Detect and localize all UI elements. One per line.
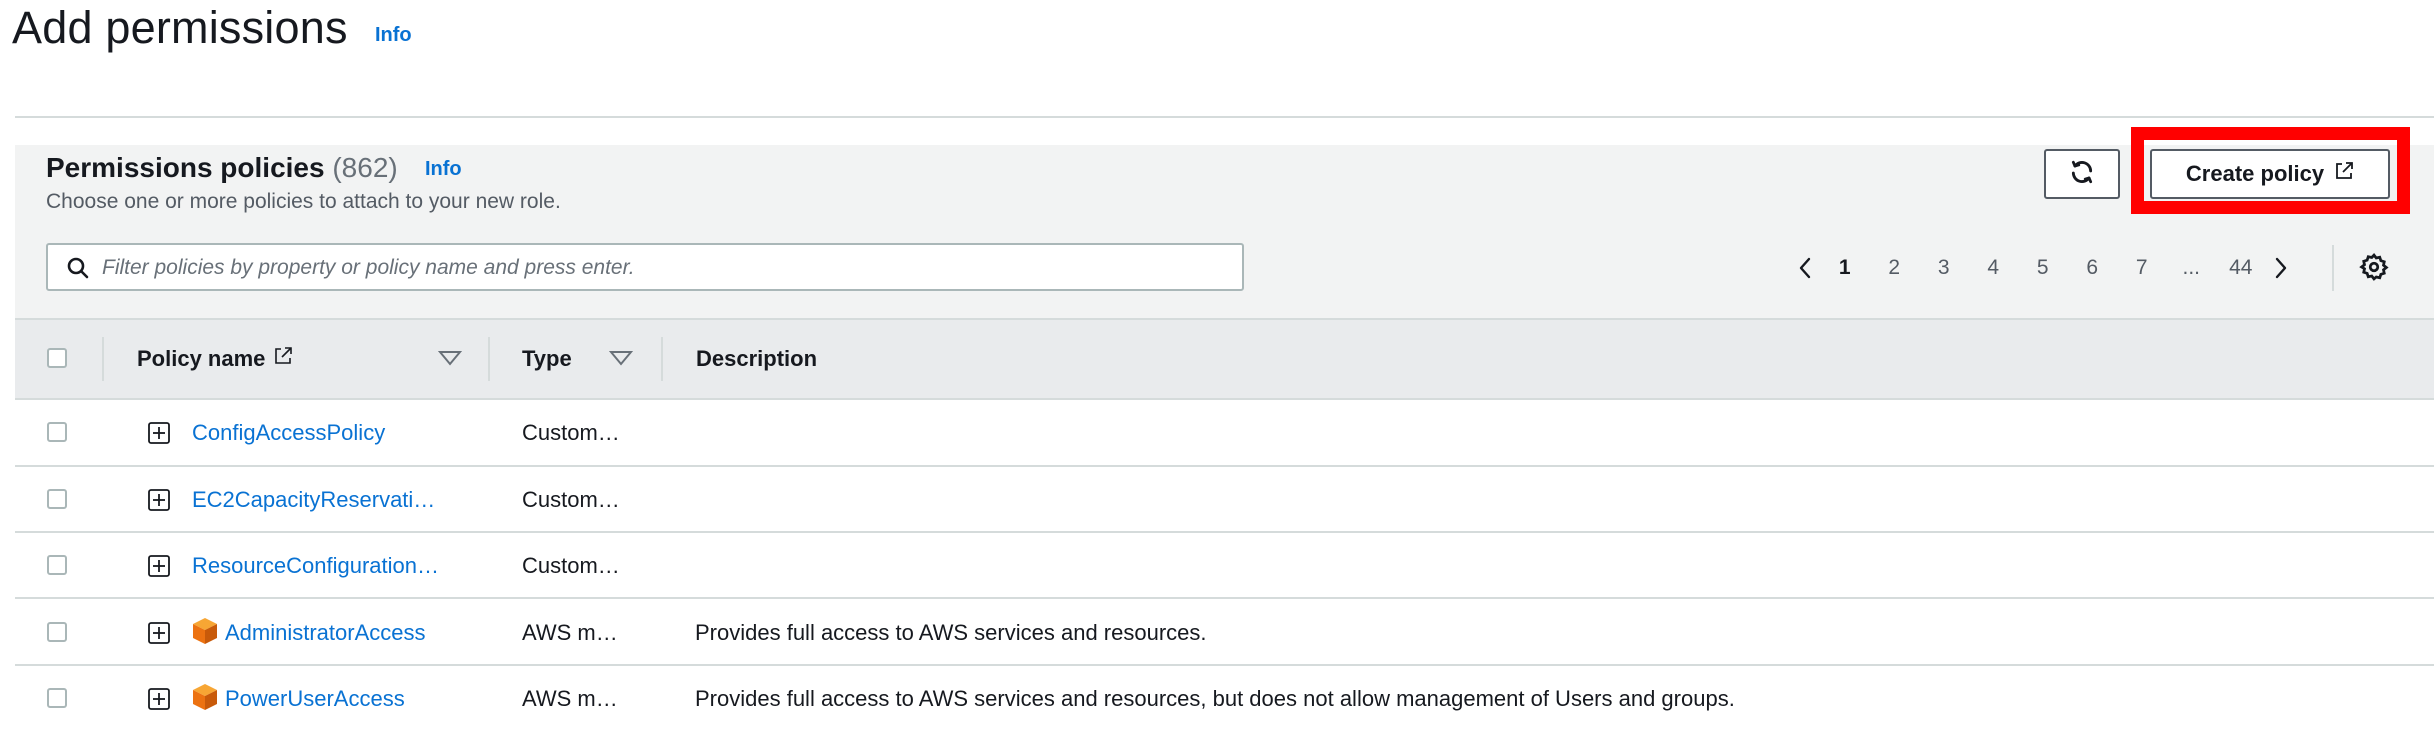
row-checkbox[interactable] [47, 422, 67, 442]
expand-plus-icon[interactable] [148, 422, 170, 444]
next-page-button[interactable] [2266, 256, 2296, 280]
page-button-44[interactable]: 44 [2216, 256, 2266, 280]
panel-title: Permissions policies (862) [46, 152, 398, 184]
expand-plus-icon[interactable] [148, 489, 170, 511]
aws-managed-cube-icon [192, 617, 218, 650]
policy-type: Custom… [522, 487, 620, 512]
external-link-icon [273, 346, 293, 372]
policy-name-link[interactable]: ResourceConfiguration… [192, 553, 439, 579]
refresh-icon [2069, 159, 2095, 190]
policy-description: Provides full access to AWS services and… [695, 686, 1735, 711]
create-policy-button[interactable]: Create policy [2150, 149, 2390, 199]
page-button-1[interactable]: 1 [1820, 256, 1870, 280]
column-header-type[interactable]: Type [522, 346, 572, 372]
divider [15, 116, 2434, 118]
row-divider [15, 531, 2434, 533]
refresh-button[interactable] [2044, 149, 2120, 199]
page-info-link[interactable]: Info [375, 24, 412, 47]
page-title: Add permissions [12, 2, 348, 53]
policy-type: Custom… [522, 553, 620, 578]
search-icon [66, 256, 90, 285]
sort-descending-icon[interactable] [608, 350, 634, 371]
policy-type: AWS m… [522, 620, 618, 645]
row-checkbox[interactable] [47, 688, 67, 708]
policy-count: (862) [332, 152, 398, 183]
policy-name-link[interactable]: EC2CapacityReservati… [192, 487, 435, 513]
row-checkbox[interactable] [47, 489, 67, 509]
chevron-right-icon [2275, 257, 2286, 279]
policy-name-link[interactable]: AdministratorAccess [225, 620, 426, 646]
create-policy-label: Create policy [2185, 161, 2325, 186]
page-button-5[interactable]: 5 [2018, 256, 2068, 280]
row-divider [15, 465, 2434, 467]
table-header [15, 318, 2434, 400]
column-divider [488, 337, 490, 381]
policy-name-link[interactable]: PowerUserAccess [225, 686, 405, 712]
search-box [46, 243, 1244, 291]
pagination: 1 2 3 4 5 6 7 ... 44 [1790, 250, 2296, 286]
sort-descending-icon[interactable] [437, 350, 463, 371]
row-checkbox[interactable] [47, 622, 67, 642]
previous-page-button[interactable] [1790, 256, 1820, 280]
aws-managed-cube-icon [192, 683, 218, 716]
gear-icon[interactable] [2359, 252, 2389, 287]
policy-type: AWS m… [522, 686, 618, 711]
expand-plus-icon[interactable] [148, 555, 170, 577]
column-divider [661, 337, 663, 381]
panel-title-text: Permissions policies [46, 152, 325, 183]
column-header-description: Description [696, 346, 818, 371]
policy-type: Custom… [522, 420, 620, 445]
policy-name-header-label: Policy name [137, 346, 266, 371]
external-link-icon [2334, 161, 2354, 187]
column-divider [102, 337, 104, 381]
expand-plus-icon[interactable] [148, 688, 170, 710]
panel-info-link[interactable]: Info [425, 158, 462, 181]
page-button-7[interactable]: 7 [2117, 256, 2167, 280]
chevron-left-icon [1799, 257, 1811, 279]
row-divider [15, 597, 2434, 599]
policy-description: Provides full access to AWS services and… [695, 620, 1207, 645]
pagination-divider [2332, 245, 2334, 291]
page-button-4[interactable]: 4 [1969, 256, 2019, 280]
policy-name-link[interactable]: ConfigAccessPolicy [192, 420, 385, 446]
column-header-policy-name[interactable]: Policy name [137, 346, 293, 372]
page-ellipsis: ... [2182, 256, 2200, 279]
row-divider [15, 664, 2434, 666]
row-checkbox[interactable] [47, 555, 67, 575]
expand-plus-icon[interactable] [148, 622, 170, 644]
page-button-3[interactable]: 3 [1919, 256, 1969, 280]
page-button-2[interactable]: 2 [1870, 256, 1920, 280]
search-input[interactable] [100, 245, 1234, 291]
select-all-checkbox[interactable] [47, 348, 67, 368]
panel-subtitle: Choose one or more policies to attach to… [46, 190, 561, 213]
page-button-6[interactable]: 6 [2068, 256, 2118, 280]
